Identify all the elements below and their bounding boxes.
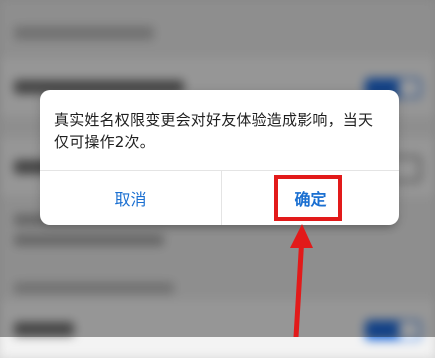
cancel-button[interactable]: 取消 xyxy=(40,171,221,225)
cancel-button-label: 取消 xyxy=(114,190,147,209)
highlight-box xyxy=(274,175,342,221)
confirm-dialog: 真实姓名权限变更会对好友体验造成影响，当天仅可操作2次。 取消 确定 xyxy=(40,90,399,225)
dialog-message: 真实姓名权限变更会对好友体验造成影响，当天仅可操作2次。 xyxy=(54,111,374,151)
